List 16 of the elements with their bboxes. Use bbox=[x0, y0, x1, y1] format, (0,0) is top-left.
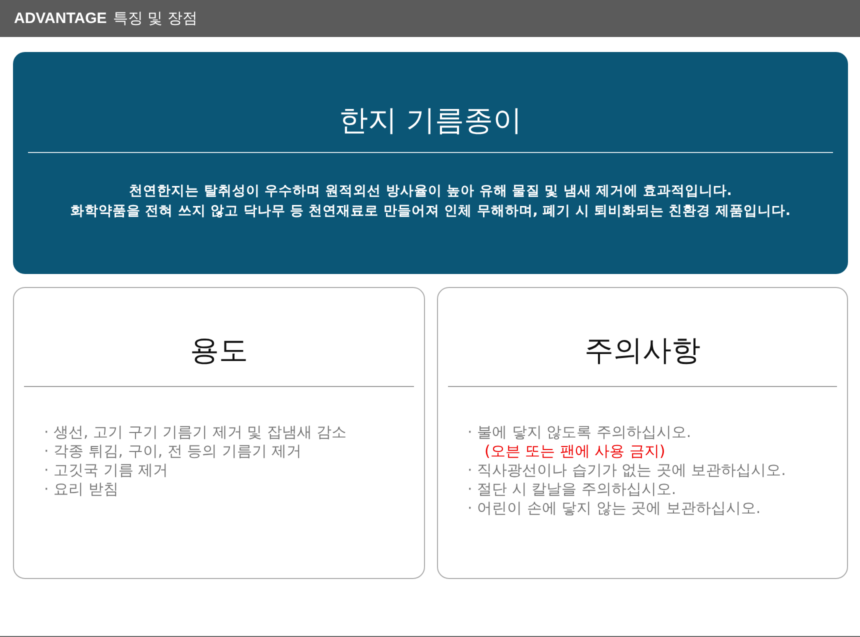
list-item: · 불에 닿지 않도록 주의하십시오. bbox=[468, 423, 692, 442]
card-title: 용도 bbox=[188, 332, 249, 369]
list-item: · 고깃국 기름 제거 bbox=[44, 461, 170, 480]
list-item: (오븐 또는 팬에 사용 금지) bbox=[484, 442, 666, 461]
hero-title: 한지 기름종이 bbox=[338, 102, 524, 139]
list-item: · 요리 받침 bbox=[44, 480, 120, 499]
list-item: · 각종 튀김, 구이, 전 등의 기름기 제거 bbox=[44, 442, 303, 461]
list-item: · 직사광선이나 습기가 없는 곳에 보관하십시오. bbox=[468, 461, 787, 480]
list-item: · 절단 시 칼날을 주의하십시오. bbox=[468, 480, 678, 499]
description-line: 화학약품을 전혀 쓰지 않고 닥나무 등 천연재료로 만들어져 인체 무해하며, 폐기 시 퇴비화되는 친환경 제품입니다. bbox=[69, 202, 792, 221]
list-item: · 어린이 손에 닿지 않는 곳에 보관하십시오. bbox=[468, 499, 762, 518]
description-line: 천연한지는 탈취성이 우수하며 원적외선 방사율이 높아 유해 물질 및 냄새 제거에 효과적입니다. bbox=[128, 182, 733, 201]
card-title: 주의사항 bbox=[583, 332, 702, 369]
header-title: 특징 및 장점 bbox=[112, 9, 198, 28]
list-item: · 생선, 고기 구기 기름기 제거 및 잡냄새 감소 bbox=[44, 423, 348, 442]
brand-label: ADVANTAGE bbox=[14, 10, 107, 27]
